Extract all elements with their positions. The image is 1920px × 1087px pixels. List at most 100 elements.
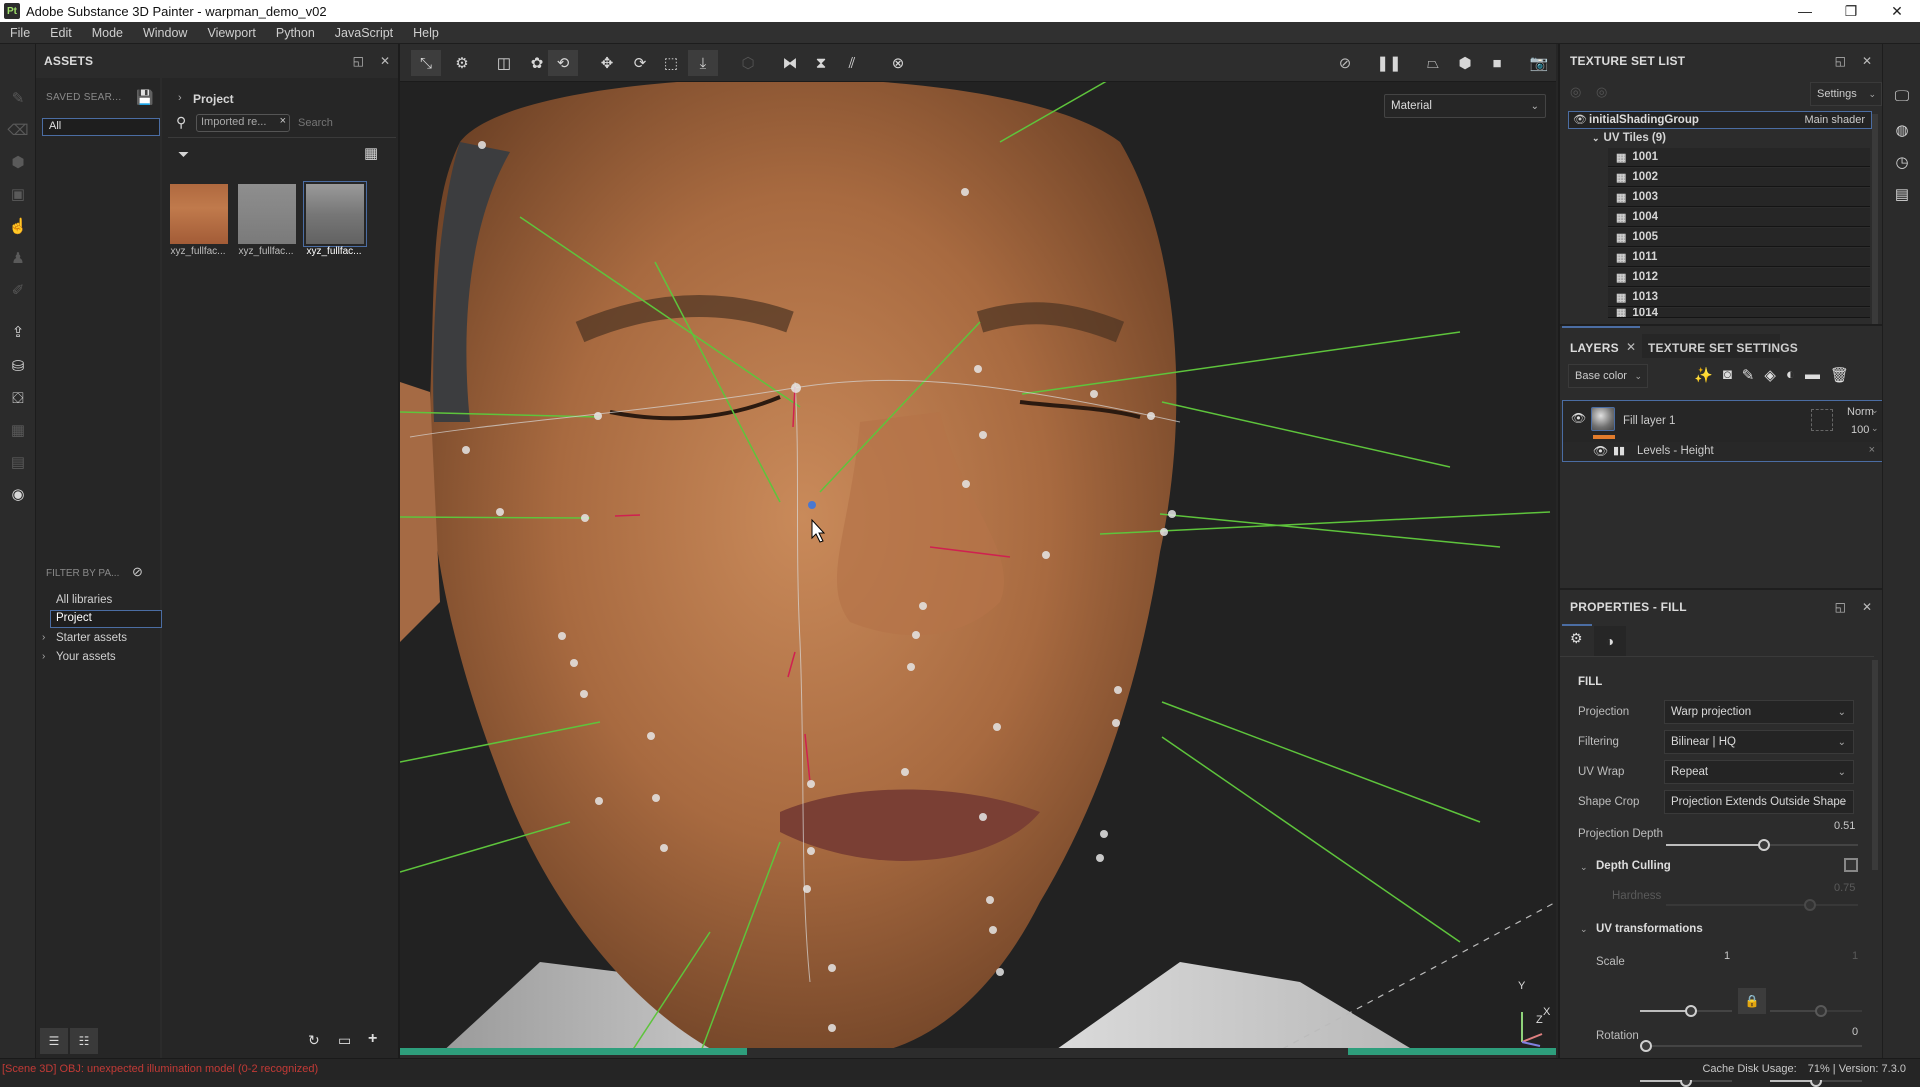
add-folder-icon[interactable]: ▬ [1805, 366, 1820, 384]
close-panel-icon[interactable]: ✕ [380, 54, 390, 68]
menu-help[interactable]: Help [403, 26, 449, 40]
log-icon[interactable]: ▤ [1892, 184, 1912, 204]
uv-tile-row[interactable]: ▦ 1011 [1608, 248, 1870, 267]
shape-crop-dropdown[interactable]: Projection Extends Outside Shape ⌄ [1664, 790, 1854, 814]
layer-opacity[interactable]: 100 [1851, 424, 1869, 436]
layer-mask-slot[interactable] [1811, 409, 1833, 431]
new-folder-icon[interactable]: ▭ [338, 1032, 351, 1049]
uv-tile-row[interactable]: ▦ 1014 [1608, 308, 1870, 318]
depth-culling-checkbox[interactable] [1844, 858, 1858, 872]
uv-tile-row[interactable]: ▦ 1003 [1608, 188, 1870, 207]
filter-icon[interactable]: ⏷ [178, 146, 189, 163]
mirror-y-icon[interactable]: ⧗ [806, 50, 836, 76]
clone-stamp-icon[interactable]: ♟ [6, 246, 30, 270]
hide-icon[interactable]: ⊘ [132, 564, 143, 580]
close-panel-icon[interactable]: ✕ [1862, 54, 1872, 68]
rotate-icon[interactable]: ⟳ [625, 50, 655, 76]
export-icon[interactable]: ⇪ [6, 320, 30, 344]
filtering-dropdown[interactable]: Bilinear | HQ ⌄ [1664, 730, 1854, 754]
uv-tile-row[interactable]: ▦ 1002 [1608, 168, 1870, 187]
expand-chevron-icon[interactable]: › [42, 632, 45, 643]
rotation-value[interactable]: 0 [1852, 1026, 1858, 1038]
lock-scale-button[interactable]: 🔒 [1738, 988, 1766, 1014]
transform-tool-icon[interactable]: ⤡ [411, 50, 441, 76]
float-panel-icon[interactable]: ◱ [1835, 54, 1846, 68]
filter-item-project[interactable]: Project [56, 612, 92, 624]
remove-effect-icon[interactable]: × [1869, 444, 1875, 456]
geometry-mask-icon[interactable]: ▣ [6, 182, 30, 206]
perspective-icon[interactable]: ⏢ [1418, 50, 1448, 76]
filter-item-your-assets[interactable]: Your assets [56, 651, 116, 663]
properties-scrollbar[interactable] [1872, 660, 1878, 870]
scale-u-value[interactable]: 1 [1724, 950, 1730, 962]
effect-name[interactable]: Levels - Height [1637, 445, 1714, 457]
save-search-button[interactable]: ☰ [40, 1028, 68, 1054]
projection-depth-slider[interactable] [1666, 839, 1858, 851]
uv-tile-row[interactable]: ▦ 1004 [1608, 208, 1870, 227]
hide-overlay-icon[interactable]: ⊘ [1330, 50, 1360, 76]
shader-name[interactable]: Main shader [1804, 114, 1865, 126]
menu-edit[interactable]: Edit [40, 26, 82, 40]
asset-thumbnail[interactable] [170, 184, 228, 244]
viewport-mode-dropdown[interactable]: Material ⌄ [1384, 94, 1546, 118]
scale-u-slider[interactable] [1640, 1005, 1732, 1017]
solo-icon[interactable]: ◎ [1596, 84, 1607, 100]
tile-list-scrollbar[interactable] [1872, 114, 1878, 324]
slider-handle[interactable] [1640, 1040, 1652, 1052]
place-on-surface-icon[interactable]: ⤓ [688, 50, 718, 76]
delete-layer-icon[interactable]: 🗑 [1830, 366, 1849, 384]
minimize-button[interactable]: — [1782, 0, 1828, 22]
shader-settings-icon[interactable]: ◍ [1892, 120, 1912, 140]
add-mask-icon[interactable]: ◙ [1723, 366, 1732, 384]
filter-item-all-libraries[interactable]: All libraries [56, 594, 112, 606]
history-icon[interactable]: ◉ [6, 482, 30, 506]
effect-levels-height[interactable]: 👁 ▮▮ Levels - Height × [1562, 442, 1884, 462]
collapse-chevron-icon[interactable]: ⌄ [1580, 862, 1588, 873]
add-icon[interactable]: + [368, 1030, 377, 1048]
uv-tile-row[interactable]: ▦ 1001 [1608, 148, 1870, 167]
layer-name[interactable]: Fill layer 1 [1623, 415, 1675, 427]
maximize-button[interactable]: ❐ [1828, 0, 1874, 22]
pause-icon[interactable]: ❚❚ [1374, 50, 1404, 76]
offset-v-slider[interactable] [1770, 1075, 1862, 1087]
rotation-slider[interactable] [1640, 1040, 1862, 1052]
uv-tile-row[interactable]: ▦ 1005 [1608, 228, 1870, 247]
refresh-icon[interactable]: ↻ [308, 1032, 320, 1049]
projection-dropdown[interactable]: Warp projection ⌄ [1664, 700, 1854, 724]
projection-depth-value[interactable]: 0.51 [1834, 820, 1855, 832]
tab-layers[interactable]: LAYERS [1570, 341, 1619, 355]
texture-set-icon[interactable]: ⛋ [6, 386, 30, 410]
channel-dropdown[interactable]: Base color ⌄ [1568, 364, 1648, 388]
effect-visibility-icon[interactable]: 👁 [1593, 444, 1608, 458]
filter-item-starter-assets[interactable]: Starter assets [56, 632, 127, 644]
saved-search-all[interactable]: All [42, 118, 160, 136]
warp-lattice-icon[interactable]: ⟲ [548, 50, 578, 76]
settings-dropdown[interactable]: Settings ⌄ [1810, 82, 1882, 106]
display-settings-icon[interactable]: 🖵 [1892, 86, 1912, 106]
blend-mode[interactable]: Norm [1847, 406, 1874, 418]
shader-settings-icon[interactable]: ▤ [6, 450, 30, 474]
open-search-button[interactable]: ☷ [70, 1028, 98, 1054]
display-settings-icon[interactable]: ▦ [6, 418, 30, 442]
expand-chevron-icon[interactable]: › [42, 651, 45, 662]
projection-icon[interactable]: ⬢ [6, 150, 30, 174]
screenshot-icon[interactable]: 📷 [1524, 50, 1554, 76]
properties-material-tab-icon[interactable]: ◑ [1594, 626, 1626, 656]
move-icon[interactable]: ✥ [592, 50, 622, 76]
close-panel-icon[interactable]: ✕ [1862, 600, 1872, 614]
close-button[interactable]: ✕ [1874, 0, 1920, 22]
uv-tile-row[interactable]: ▦ 1013 [1608, 288, 1870, 307]
shading-group-row[interactable]: 👁 initialShadingGroup Main shader [1568, 111, 1872, 129]
breadcrumb-chevron-icon[interactable]: › [178, 92, 182, 104]
menu-mode[interactable]: Mode [82, 26, 133, 40]
slider-handle[interactable] [1684, 1005, 1697, 1017]
offset-u-slider[interactable] [1640, 1075, 1732, 1087]
transform-settings-icon[interactable]: ⚙ [447, 50, 477, 76]
color-picker-icon[interactable]: ✐ [6, 278, 30, 302]
history-icon[interactable]: ◷ [1892, 152, 1912, 172]
viewport-render[interactable] [400, 82, 1556, 1054]
close-tab-icon[interactable]: ✕ [1626, 340, 1636, 354]
breadcrumb-project[interactable]: Project [193, 92, 234, 106]
symmetry-plane-icon[interactable]: ◫ [489, 50, 519, 76]
mirror-x-icon[interactable]: ⧓ [775, 50, 805, 76]
